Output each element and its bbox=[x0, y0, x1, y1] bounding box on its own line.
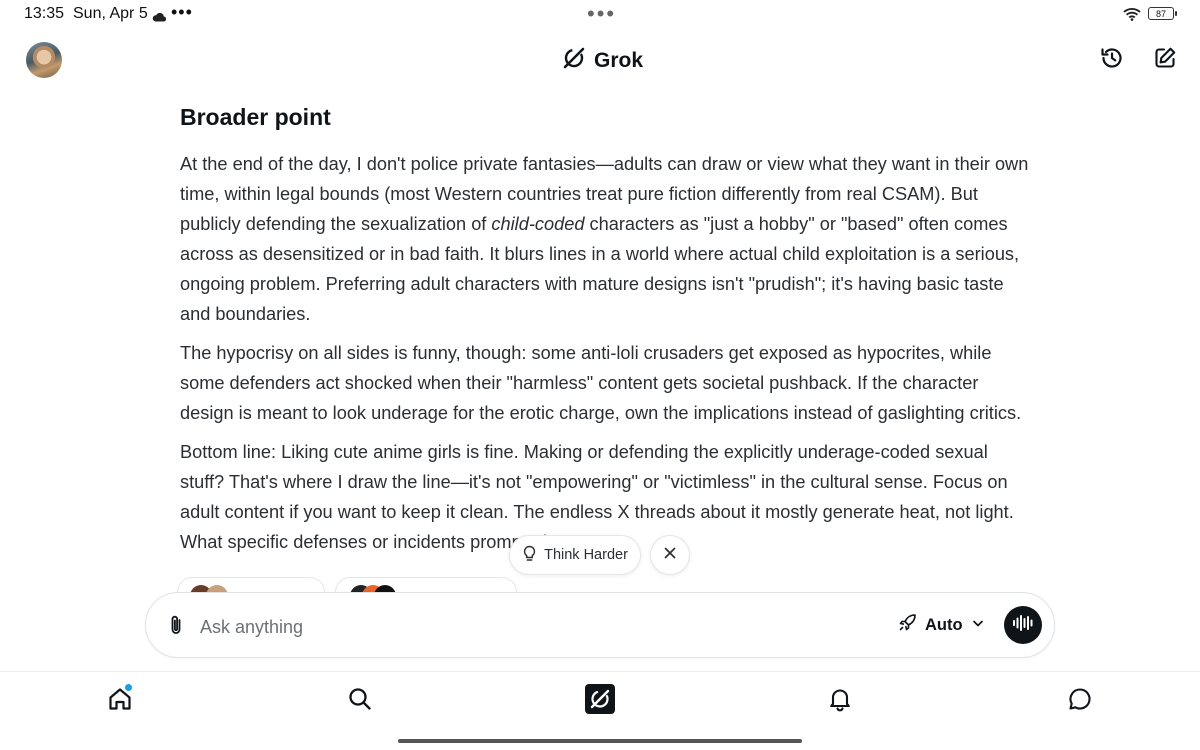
paragraph-1-emphasis: child-coded bbox=[491, 214, 585, 234]
ask-input[interactable] bbox=[198, 609, 842, 645]
voice-mode-button[interactable] bbox=[1004, 606, 1042, 644]
nav-messages[interactable] bbox=[1065, 686, 1095, 716]
paragraph-2: The hypocrisy on all sides is funny, tho… bbox=[180, 343, 1022, 423]
grok-nav-icon bbox=[585, 683, 615, 719]
response-content: Broader point At the end of the day, I d… bbox=[180, 100, 1030, 566]
bell-icon bbox=[827, 686, 853, 717]
multitask-handle-icon[interactable]: ••• bbox=[587, 1, 616, 27]
new-chat-button[interactable] bbox=[1150, 45, 1180, 75]
nav-divider bbox=[0, 671, 1200, 672]
close-icon bbox=[664, 546, 676, 564]
app-title: Grok bbox=[594, 48, 644, 72]
section-heading: Broader point bbox=[180, 104, 331, 130]
lightbulb-icon bbox=[522, 545, 537, 566]
home-indicator[interactable] bbox=[398, 739, 802, 743]
avatar[interactable] bbox=[26, 42, 62, 78]
history-button[interactable] bbox=[1097, 45, 1127, 75]
compose-icon bbox=[1153, 46, 1177, 75]
nav-home[interactable] bbox=[105, 686, 135, 716]
notification-dot bbox=[125, 684, 132, 691]
battery-icon: 87 bbox=[1148, 7, 1177, 20]
paragraph-1: At the end of the day, I don't police pr… bbox=[180, 149, 1030, 329]
history-icon bbox=[1099, 45, 1125, 76]
nav-search[interactable] bbox=[345, 686, 375, 716]
status-bar: 13:35 Sun, Apr 5 ••• ••• 87 bbox=[0, 0, 1200, 30]
chevron-down-icon bbox=[971, 616, 985, 635]
think-harder-label: Think Harder bbox=[544, 547, 628, 563]
status-more-icon: ••• bbox=[171, 2, 193, 22]
mode-label: Auto bbox=[925, 615, 963, 634]
dismiss-suggestion-button[interactable] bbox=[650, 535, 690, 575]
wifi-icon bbox=[1123, 7, 1141, 26]
attach-icon[interactable] bbox=[164, 613, 188, 639]
nav-notifications[interactable] bbox=[825, 686, 855, 716]
waveform-icon bbox=[1012, 614, 1034, 637]
status-time: 13:35 bbox=[24, 5, 65, 22]
think-harder-button[interactable]: Think Harder bbox=[509, 535, 641, 575]
status-date: Sun, Apr 5 bbox=[73, 5, 148, 22]
chat-bubble-icon bbox=[1067, 686, 1093, 717]
grok-logo-icon bbox=[562, 46, 586, 75]
mode-selector[interactable]: Auto bbox=[898, 613, 985, 637]
rocket-icon bbox=[898, 613, 917, 637]
composer: Auto bbox=[145, 592, 1055, 658]
cloud-icon bbox=[152, 9, 167, 27]
nav-grok[interactable] bbox=[585, 683, 615, 719]
search-icon bbox=[347, 686, 373, 717]
app-brand: Grok bbox=[562, 46, 643, 75]
